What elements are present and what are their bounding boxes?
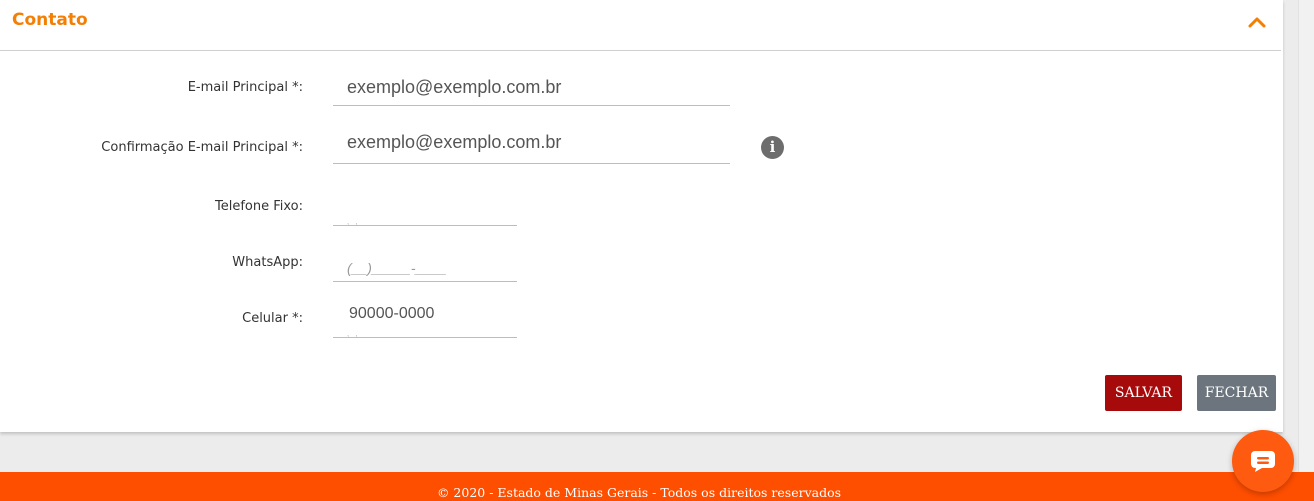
contact-card: Contato E-mail Principal *: exemplo@exem…	[0, 0, 1283, 432]
scrollbar-thumb[interactable]	[1302, 2, 1312, 470]
email-field[interactable]: exemplo@exemplo.com.br	[333, 75, 730, 106]
phone-label: Telefone Fixo:	[214, 199, 303, 214]
mobile-mask-hint: , ,	[347, 329, 360, 338]
card-header[interactable]: Contato	[0, 0, 1281, 51]
whatsapp-field[interactable]: (__)_____-____	[333, 251, 517, 282]
chevron-up-icon[interactable]	[1244, 11, 1270, 35]
whatsapp-label: WhatsApp:	[232, 255, 303, 270]
mobile-field[interactable]: 90000-0000 , ,	[333, 305, 517, 338]
close-button[interactable]: FECHAR	[1197, 375, 1276, 411]
phone-mask-hint: , ,	[347, 217, 360, 226]
footer: © 2020 - Estado de Minas Gerais - Todos …	[0, 472, 1314, 501]
whatsapp-placeholder: (__)_____-____	[347, 260, 447, 276]
footer-copyright: © 2020 - Estado de Minas Gerais - Todos …	[436, 485, 842, 500]
chat-bubble-icon	[1251, 451, 1275, 472]
mobile-value: 90000-0000	[349, 305, 435, 322]
section-title: Contato	[12, 10, 88, 30]
page-scrollbar[interactable]	[1298, 0, 1314, 472]
email-value: exemplo@exemplo.com.br	[347, 77, 562, 97]
email-confirm-label: Confirmação E-mail Principal *:	[101, 140, 303, 155]
phone-field[interactable]: , ,	[333, 195, 517, 226]
save-button[interactable]: SALVAR	[1105, 375, 1182, 411]
chat-button[interactable]	[1232, 430, 1294, 492]
email-confirm-value: exemplo@exemplo.com.br	[347, 132, 562, 152]
email-confirm-field[interactable]: exemplo@exemplo.com.br	[333, 130, 730, 164]
mobile-label: Celular *:	[242, 311, 303, 326]
email-label: E-mail Principal *:	[187, 80, 303, 95]
info-icon[interactable]: i	[761, 136, 784, 159]
